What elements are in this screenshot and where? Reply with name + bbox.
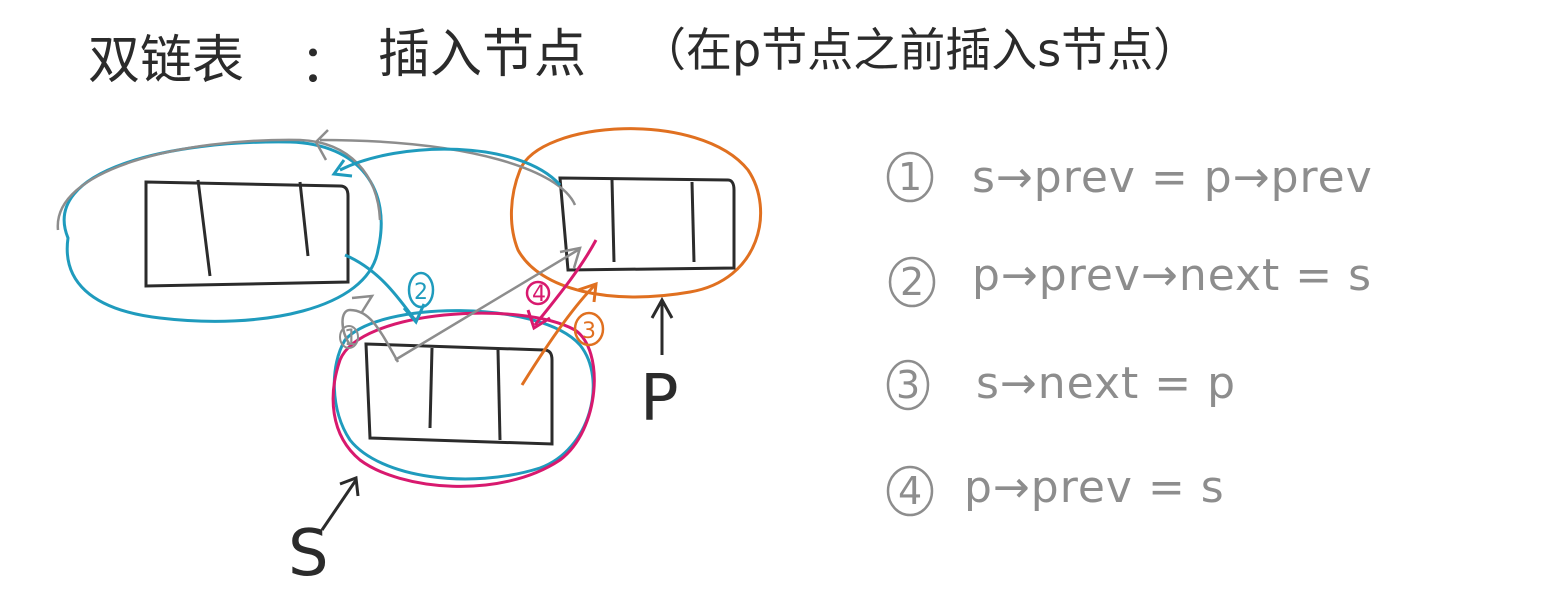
step-1-num: 1 — [898, 155, 922, 199]
node-p-orange-outline — [510, 127, 763, 299]
node-prev-divider-1 — [196, 179, 212, 277]
node-p-divider-1 — [610, 179, 616, 263]
step-1: 1 s→prev = p→prev — [886, 151, 1373, 203]
step-1-text: s→prev = p→prev — [972, 152, 1373, 203]
diagram-svg: 双链表 ： 插入节点 （在p节点之前插入s节点） 1 2 3 4 S P 1 s… — [56, 23, 1373, 591]
marker-4-label: 4 — [532, 282, 546, 307]
node-p-divider-2 — [690, 181, 696, 263]
node-prev-box — [144, 180, 350, 288]
step-4-text: p→prev = s — [964, 462, 1225, 513]
title: 双链表 ： 插入节点 （在p节点之前插入s节点） — [88, 23, 1199, 95]
step-3-num: 3 — [896, 363, 920, 407]
step-3-text: s→next = p — [976, 358, 1236, 409]
pointer-s-arrowhead — [339, 475, 360, 497]
node-p — [510, 127, 763, 299]
step-3: 3 s→next = p — [886, 358, 1236, 411]
title-colon: ： — [300, 35, 352, 95]
diagram-canvas: 双链表 ： 插入节点 （在p节点之前插入s节点） 1 2 3 4 S P 1 s… — [0, 0, 1559, 614]
marker-3-label: 3 — [582, 319, 596, 344]
link-prev-next-top — [339, 147, 562, 186]
node-prev — [56, 138, 383, 323]
title-note: （在p节点之前插入s节点） — [640, 23, 1199, 77]
step-2: 2 p→prev→next = s — [888, 250, 1372, 308]
step-4-num: 4 — [898, 469, 922, 513]
node-s-divider-2 — [496, 349, 502, 441]
title-topic: 插入节点 — [378, 25, 586, 85]
pointer-p-label: P — [640, 362, 679, 436]
step-2-num: 2 — [900, 260, 924, 304]
title-main: 双链表 — [88, 31, 244, 91]
node-prev-divider-2 — [298, 181, 310, 257]
pointer-s: S — [288, 475, 360, 591]
marker-2-label: 2 — [414, 280, 428, 305]
step-4: 4 p→prev = s — [886, 462, 1225, 517]
node-s-divider-1 — [428, 347, 434, 429]
step-2-text: p→prev→next = s — [972, 250, 1372, 301]
steps-list: 1 s→prev = p→prev 2 p→prev→next = s 3 s→… — [886, 151, 1373, 517]
marker-1-label: 1 — [344, 326, 358, 351]
node-s-box — [364, 342, 554, 446]
pointer-s-label: S — [288, 517, 329, 591]
pointer-p: P — [640, 296, 679, 436]
